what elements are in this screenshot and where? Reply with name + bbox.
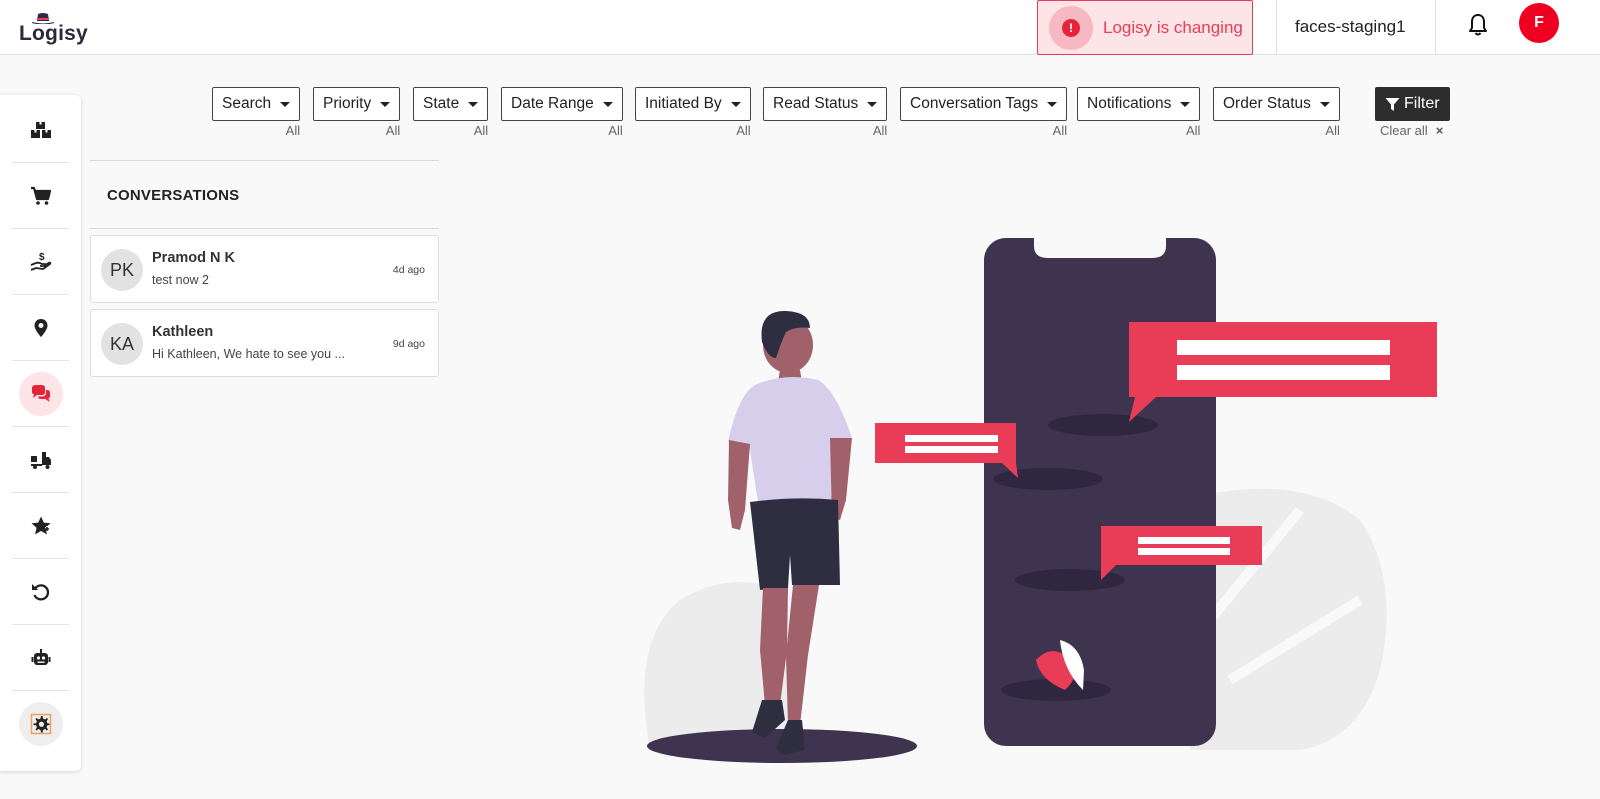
divider: [1435, 0, 1436, 55]
filter-initiated-by-dropdown[interactable]: Initiated By: [635, 87, 751, 121]
filter-value: All: [1185, 123, 1201, 138]
settings-gear-icon: [30, 713, 51, 735]
conversation-name: Pramod N K: [152, 250, 235, 266]
filter-notifications: Notifications All: [1077, 87, 1201, 138]
filter-label: Conversation Tags: [910, 95, 1039, 112]
svg-text:$: $: [39, 252, 45, 263]
filter-read-status-dropdown[interactable]: Read Status: [763, 87, 888, 121]
caret-down-icon: [380, 101, 391, 107]
filter-label: Priority: [323, 95, 372, 112]
filter-conversation-tags: Conversation Tags All: [900, 87, 1068, 138]
funnel-icon: [1385, 97, 1400, 111]
conversation-preview: test now 2: [152, 273, 209, 287]
workspace-name[interactable]: faces-staging1: [1295, 17, 1406, 37]
caret-down-icon: [468, 101, 479, 107]
sidebar-item-reviews[interactable]: [12, 493, 69, 559]
star-icon: [31, 516, 50, 534]
filter-search-dropdown[interactable]: Search: [212, 87, 301, 121]
filter-value: All: [872, 123, 888, 138]
conversation-preview: Hi Kathleen, We hate to see you ...: [152, 347, 345, 361]
sidebar-item-locations[interactable]: [12, 295, 69, 361]
location-pin-icon: [34, 318, 47, 337]
conversation-name: Kathleen: [152, 324, 214, 340]
bell-icon[interactable]: [1466, 12, 1490, 38]
filter-priority: Priority All: [313, 87, 401, 138]
filter-value: All: [1052, 123, 1068, 138]
sidebar-item-returns[interactable]: [12, 559, 69, 625]
filter-value: All: [736, 123, 751, 138]
filter-order-status-dropdown[interactable]: Order Status: [1213, 87, 1340, 121]
filter-state: State All: [413, 87, 489, 138]
robot-icon: [31, 648, 50, 665]
sidebar-item-orders[interactable]: [12, 163, 69, 229]
filter-label: Read Status: [773, 95, 859, 112]
clear-all-label: Clear all: [1380, 123, 1428, 138]
divider: [1276, 0, 1277, 55]
filter-value: All: [285, 123, 301, 138]
filter-conversation-tags-dropdown[interactable]: Conversation Tags: [900, 87, 1068, 121]
payment-hand-icon: $: [30, 252, 51, 271]
filter-label: Search: [222, 95, 272, 112]
filter-button[interactable]: Filter: [1375, 87, 1450, 121]
logo[interactable]: Logisy: [19, 10, 89, 46]
filter-value: All: [473, 123, 489, 138]
caret-down-icon: [730, 101, 741, 107]
undo-icon: [31, 583, 49, 600]
clear-all-link[interactable]: Clear all ×: [1380, 123, 1443, 138]
filter-search: Search All: [212, 87, 301, 138]
conversations-title: CONVERSATIONS: [90, 161, 439, 229]
sidebar-item-conversations[interactable]: [12, 361, 69, 427]
shipping-truck-icon: [30, 451, 51, 469]
filter-label: Order Status: [1223, 95, 1311, 112]
caret-down-icon: [280, 101, 291, 107]
caret-down-icon: [602, 101, 613, 107]
filter-value: All: [1325, 123, 1340, 138]
close-icon: ×: [1435, 123, 1444, 138]
caret-down-icon: [1180, 101, 1191, 107]
filter-state-dropdown[interactable]: State: [413, 87, 489, 121]
logisy-changing-banner[interactable]: ! Logisy is changing: [1037, 0, 1253, 55]
sidebar-item-settings[interactable]: [12, 691, 69, 757]
filter-label: Date Range: [511, 95, 594, 112]
filter-label: Initiated By: [645, 95, 722, 112]
sidebar: $: [0, 95, 81, 771]
conversation-item[interactable]: PK Pramod N K test now 2 4d ago: [90, 235, 439, 303]
caret-down-icon: [1319, 101, 1330, 107]
settings-highlight: [18, 702, 63, 746]
filter-read-status: Read Status All: [763, 87, 888, 138]
filter-button-label: Filter: [1404, 95, 1440, 112]
filter-bar: Search All Priority All State All Date R…: [0, 87, 1600, 147]
filter-date-range: Date Range All: [501, 87, 623, 138]
filter-label: Notifications: [1087, 95, 1172, 112]
alert-icon: !: [1062, 18, 1080, 37]
filter-order-status: Order Status All: [1213, 87, 1340, 138]
conversations-panel: CONVERSATIONS PK Pramod N K test now 2 4…: [90, 160, 439, 377]
chat-icon: [31, 384, 50, 402]
conversation-time: 4d ago: [392, 264, 425, 276]
cart-icon: [30, 186, 51, 205]
top-bar: Logisy ! Logisy is changing faces-stagin…: [0, 0, 1600, 55]
alert-icon-wrap: !: [1049, 5, 1093, 50]
sidebar-item-automation[interactable]: [12, 625, 69, 691]
avatar: KA: [101, 323, 143, 365]
filter-label: State: [423, 95, 460, 112]
filter-priority-dropdown[interactable]: Priority: [313, 87, 401, 121]
filter-value: All: [385, 123, 401, 138]
conversation-item[interactable]: KA Kathleen Hi Kathleen, We hate to see …: [90, 309, 439, 377]
filter-initiated-by: Initiated By All: [635, 87, 751, 138]
filter-date-range-dropdown[interactable]: Date Range: [501, 87, 623, 121]
conversation-time: 9d ago: [392, 338, 425, 350]
active-highlight: [18, 371, 63, 416]
caret-down-icon: [867, 101, 878, 107]
sidebar-item-shipping[interactable]: [12, 427, 69, 493]
empty-state-illustration: [644, 238, 1437, 763]
user-avatar[interactable]: F: [1519, 3, 1559, 43]
caret-down-icon: [1047, 101, 1058, 107]
sidebar-item-payments[interactable]: $: [12, 229, 69, 295]
avatar: PK: [101, 249, 143, 291]
filter-value: All: [608, 123, 623, 138]
filter-notifications-dropdown[interactable]: Notifications: [1077, 87, 1201, 121]
alert-text: Logisy is changing: [1103, 17, 1243, 37]
logo-text: Logisy: [19, 22, 88, 45]
